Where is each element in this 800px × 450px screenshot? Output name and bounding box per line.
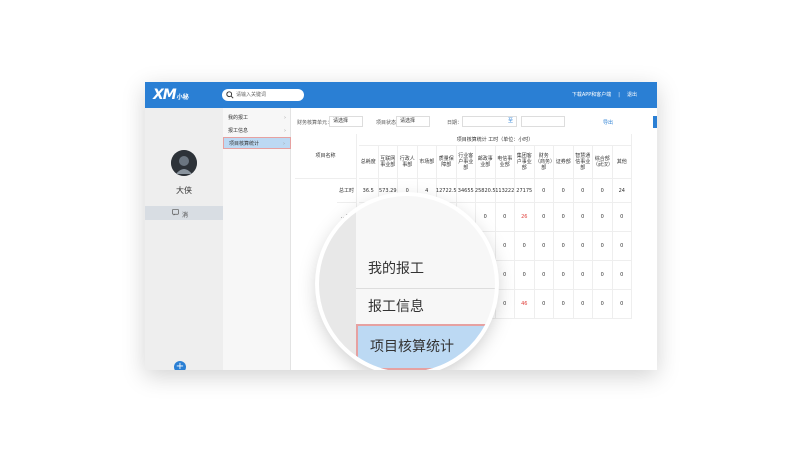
table-header-project: 项目名称 bbox=[295, 134, 357, 179]
table-cell: 0 bbox=[534, 232, 554, 261]
table-total-cell: 36.5 bbox=[359, 179, 379, 203]
date-start-input[interactable]: 至 bbox=[462, 116, 517, 127]
filter-bar: 财务核算单元： 请选择 项目状态： 请选择 日期： 至 导出 bbox=[297, 115, 657, 129]
download-app-link[interactable]: 下载APP和客户端 bbox=[572, 92, 611, 98]
magnified-sidebar bbox=[319, 196, 356, 370]
sidebar-item-label: 消 bbox=[182, 212, 189, 219]
link-separator: | bbox=[618, 92, 620, 98]
table-cell: 0 bbox=[554, 261, 574, 290]
table-total-cell: 0 bbox=[534, 179, 554, 203]
table-cell: 0 bbox=[612, 290, 632, 319]
search-placeholder: 请输入关键词 bbox=[236, 92, 267, 98]
table-header-cell: 总耗度 bbox=[359, 146, 379, 179]
user-name: 大侠 bbox=[176, 186, 192, 195]
avatar[interactable] bbox=[171, 150, 197, 176]
table-total-cell: 0 bbox=[554, 179, 574, 203]
table-group-header: 项目核算统计 工时（单位：小时） bbox=[359, 134, 632, 146]
table-header-cell: 质量保障部 bbox=[437, 146, 457, 179]
table-header-cell: 智慧通信事业部 bbox=[573, 146, 593, 179]
chevron-right-icon: › bbox=[284, 115, 286, 121]
table-cell: 0 bbox=[554, 203, 574, 232]
chevron-right-icon: › bbox=[283, 141, 285, 147]
submenu-item-project-stats[interactable]: 项目核算统计 › bbox=[223, 137, 291, 149]
table-cell: 0 bbox=[593, 232, 613, 261]
table-cell: 0 bbox=[515, 232, 535, 261]
table-header-cell: 邮政事业部 bbox=[476, 146, 496, 179]
table-cell: 0 bbox=[554, 290, 574, 319]
app-window: XM小秘 请输入关键词 下载APP和客户端 | 退出 大侠 消 + 我的报工 › 报工… bbox=[145, 82, 657, 370]
table-cell: 0 bbox=[534, 203, 554, 232]
top-links: 下载APP和客户端 | 退出 bbox=[572, 91, 637, 98]
table-cell: 0 bbox=[554, 232, 574, 261]
table-cell: 0 bbox=[495, 232, 515, 261]
table-cell: 26 bbox=[515, 203, 535, 232]
table-cell: 0 bbox=[612, 261, 632, 290]
magnified-item-my-report: 我的报工 bbox=[368, 261, 424, 277]
magnified-item-report-info: 报工信息 bbox=[368, 299, 424, 315]
table-cell: 0 bbox=[573, 290, 593, 319]
export-button[interactable]: 导出 bbox=[603, 119, 613, 126]
search-icon bbox=[226, 91, 234, 99]
table-cell: 0 bbox=[612, 203, 632, 232]
table-header-cell: 集团客户事业部 bbox=[515, 146, 535, 179]
chevron-right-icon: › bbox=[284, 128, 286, 134]
scroll-edge bbox=[653, 116, 657, 128]
table-header-cell: 市场部 bbox=[417, 146, 437, 179]
table-cell: 0 bbox=[593, 290, 613, 319]
table-header-cell: 电信事业部 bbox=[495, 146, 515, 179]
table-cell: 0 bbox=[573, 232, 593, 261]
table-cell: 0 bbox=[495, 290, 515, 319]
submenu-item-report-info[interactable]: 报工信息 › bbox=[223, 125, 291, 137]
magnified-item-project-stats: 项目核算统计 bbox=[356, 324, 495, 370]
table-total-cell: 25820.5 bbox=[475, 179, 496, 203]
table-cell: 0 bbox=[612, 232, 632, 261]
table-total-cell: 113222 bbox=[495, 179, 515, 203]
table-header-cell: 其他 bbox=[612, 146, 632, 179]
table-cell: 0 bbox=[534, 261, 554, 290]
table-total-cell: 27175 bbox=[515, 179, 535, 203]
logout-link[interactable]: 退出 bbox=[627, 92, 637, 98]
search-input[interactable]: 请输入关键词 bbox=[222, 89, 304, 101]
table-total-cell: 24 bbox=[612, 179, 632, 203]
table-cell: 0 bbox=[515, 261, 535, 290]
table-cell: 46 bbox=[515, 290, 535, 319]
table-total-cell: 12722.5 bbox=[436, 179, 457, 203]
date-end-input[interactable] bbox=[521, 116, 565, 127]
table-header-cell: 证券部 bbox=[554, 146, 574, 179]
table-total-cell: 34655 bbox=[456, 179, 476, 203]
table-header-cell: 行业客户事业部 bbox=[456, 146, 476, 179]
table-header-cell: 互联网事业部 bbox=[378, 146, 398, 179]
add-button[interactable]: + bbox=[174, 361, 186, 370]
dept-filter-label: 财务核算单元： bbox=[297, 120, 333, 126]
app-logo[interactable]: XM小秘 bbox=[153, 87, 189, 103]
table-cell: 0 bbox=[573, 203, 593, 232]
status-select[interactable]: 请选择 bbox=[396, 116, 430, 127]
table-cell: 0 bbox=[593, 261, 613, 290]
table-total-cell: 0 bbox=[573, 179, 593, 203]
table-cell: 0 bbox=[534, 290, 554, 319]
table-header-cell: 综合部（武汉） bbox=[593, 146, 613, 179]
table-cell: 0 bbox=[476, 203, 496, 232]
top-navigation-bar: XM小秘 请输入关键词 下载APP和客户端 | 退出 bbox=[145, 82, 657, 108]
magnified-divider bbox=[356, 288, 495, 289]
table-cell: 0 bbox=[593, 203, 613, 232]
magnifier-lens: 我的报工 报工信息 项目核算统计 bbox=[319, 196, 495, 370]
table-total-cell: 0 bbox=[593, 179, 613, 203]
left-sidebar: 大侠 消 + bbox=[145, 108, 223, 370]
date-filter-label: 日期： bbox=[447, 120, 463, 126]
table-cell: 0 bbox=[495, 203, 515, 232]
table-header-cell: 财务（商务）部 bbox=[534, 146, 554, 179]
table-header-cell: 行政人事部 bbox=[398, 146, 418, 179]
table-cell: 0 bbox=[495, 261, 515, 290]
submenu-item-my-report[interactable]: 我的报工 › bbox=[223, 112, 291, 124]
dept-select[interactable]: 请选择 bbox=[329, 116, 363, 127]
avatar-image bbox=[171, 150, 197, 176]
table-cell: 0 bbox=[573, 261, 593, 290]
message-icon bbox=[172, 209, 179, 216]
submenu-panel: 我的报工 › 报工信息 › 项目核算统计 › bbox=[223, 108, 291, 370]
